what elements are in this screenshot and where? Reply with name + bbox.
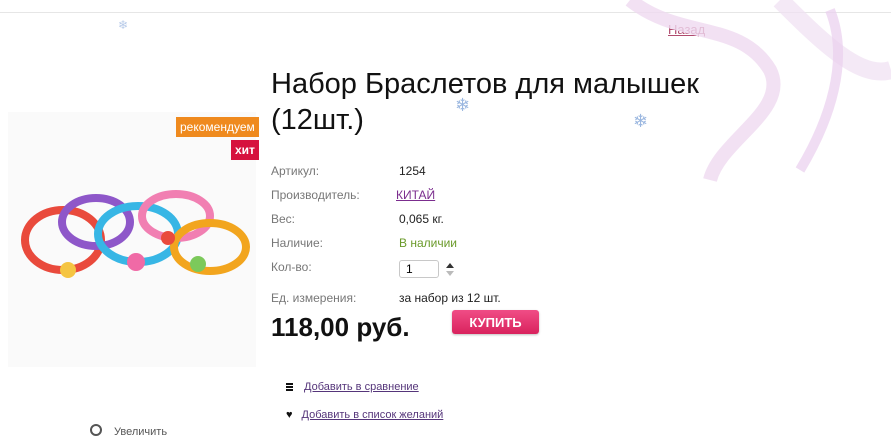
snowflake-icon: ❄	[118, 18, 129, 32]
buy-button[interactable]: КУПИТЬ	[452, 310, 539, 334]
zoom-link[interactable]: Увеличить	[90, 424, 167, 438]
detail-value-sku: 1254	[399, 164, 426, 178]
magnifier-icon	[90, 424, 102, 436]
availability-status: В наличии	[399, 236, 458, 250]
hit-badge: хит	[231, 140, 259, 160]
increment-arrow-icon[interactable]	[446, 263, 454, 268]
wishlist-link[interactable]: Добавить в список желаний	[302, 409, 444, 421]
recommended-badge: рекомендуем	[176, 117, 259, 137]
list-icon	[286, 382, 293, 392]
detail-label-weight: Вес:	[271, 212, 296, 226]
quantity-stepper[interactable]	[446, 263, 454, 279]
heart-icon: ♥	[286, 409, 293, 421]
detail-label-manufacturer: Производитель:	[271, 188, 360, 202]
top-divider	[0, 12, 891, 13]
detail-label-sku: Артикул:	[271, 164, 320, 178]
product-price: 118,00 руб.	[271, 312, 410, 342]
add-to-compare[interactable]: Добавить в сравнение	[286, 381, 419, 393]
product-image[interactable]	[8, 112, 256, 367]
compare-link[interactable]: Добавить в сравнение	[304, 381, 419, 393]
manufacturer-link[interactable]: КИТАЙ	[396, 188, 435, 202]
detail-label-quantity: Кол-во:	[271, 260, 312, 274]
detail-label-availability: Наличие:	[271, 236, 324, 250]
zoom-label: Увеличить	[114, 426, 168, 438]
detail-value-weight: 0,065 кг.	[399, 212, 444, 226]
detail-label-unit: Ед. измерения:	[271, 291, 357, 305]
detail-value-unit: за набор из 12 шт.	[399, 291, 501, 305]
decrement-arrow-icon[interactable]	[446, 271, 454, 276]
quantity-input[interactable]	[399, 260, 439, 278]
product-title: Набор Браслетов для малышек (12шт.)	[271, 68, 699, 136]
back-link[interactable]: Назад	[668, 22, 705, 37]
add-to-wishlist[interactable]: ♥ Добавить в список желаний	[286, 409, 443, 421]
